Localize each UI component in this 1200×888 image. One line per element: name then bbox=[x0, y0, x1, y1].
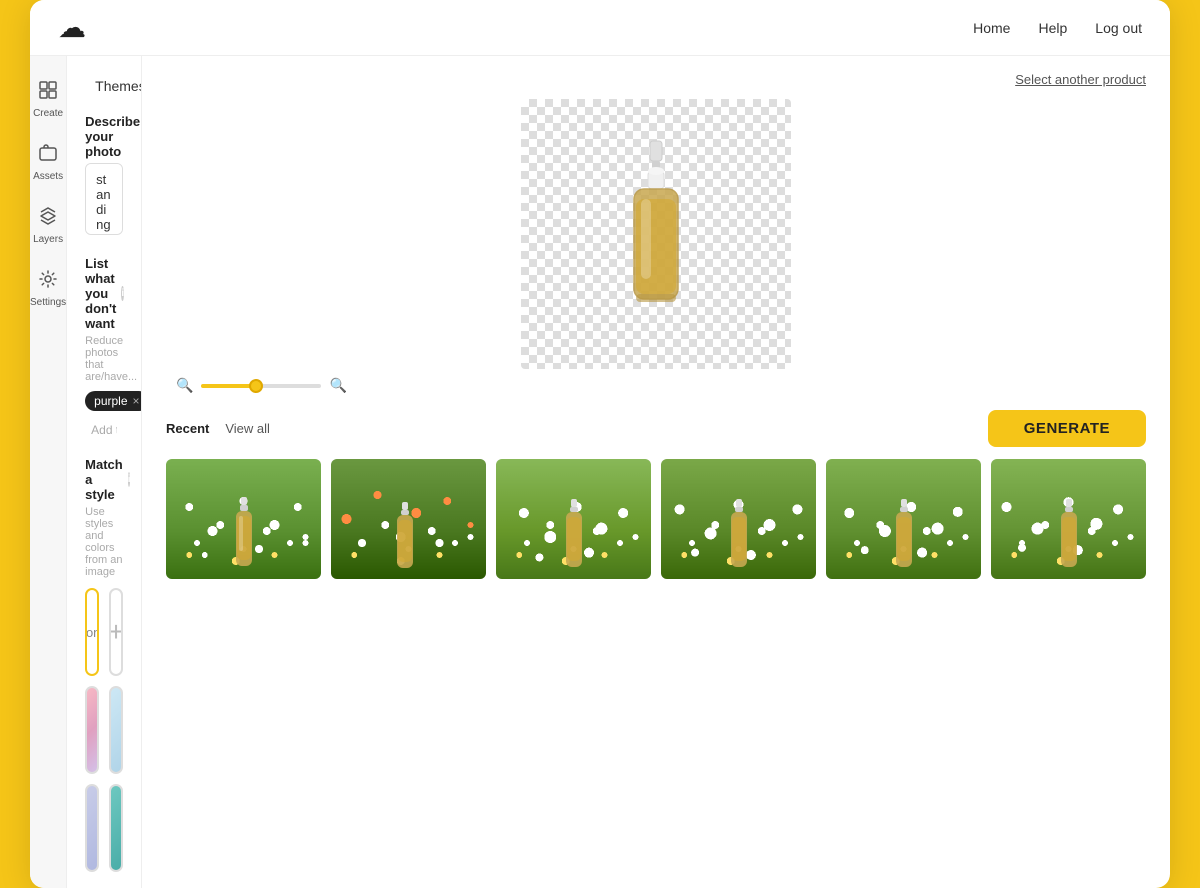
bottom-section: Recent View all GENERATE bbox=[166, 410, 1146, 579]
recent-label: Recent bbox=[166, 421, 209, 436]
nav-help[interactable]: Help bbox=[1038, 20, 1067, 36]
tab-themes[interactable]: Themes bbox=[85, 74, 142, 98]
sidebar-label-assets: Assets bbox=[33, 171, 63, 182]
thumbnail-4[interactable] bbox=[661, 459, 816, 579]
sidebar-item-assets[interactable]: Assets bbox=[30, 135, 66, 190]
dont-want-section: List what you don't want i Reduce photos… bbox=[85, 256, 123, 441]
thumbnail-2[interactable] bbox=[331, 459, 486, 579]
nav-logout[interactable]: Log out bbox=[1095, 20, 1142, 36]
style-card-teal[interactable] bbox=[109, 784, 123, 872]
layers-icon bbox=[38, 206, 58, 231]
recent-row: Recent View all bbox=[166, 421, 270, 436]
sidebar-label-layers: Layers bbox=[33, 234, 63, 245]
zoom-out-icon[interactable]: 🔍 bbox=[176, 377, 193, 394]
tag-remove-icon[interactable]: × bbox=[133, 394, 140, 408]
assets-icon bbox=[38, 143, 58, 168]
sidebar-label-create: Create bbox=[33, 108, 63, 119]
zoom-in-icon[interactable]: 🔍 bbox=[329, 377, 346, 394]
photo-description-textarea[interactable]: standing on a rock, in the middle of flo… bbox=[85, 163, 123, 235]
thumbnail-6[interactable] bbox=[991, 459, 1146, 579]
nav-home[interactable]: Home bbox=[973, 20, 1010, 36]
style-none-label: None bbox=[85, 625, 99, 640]
right-panel: Select another product bbox=[142, 56, 1170, 888]
right-top-bar: Select another product bbox=[166, 72, 1146, 87]
zoom-slider[interactable] bbox=[201, 384, 321, 388]
dont-want-info-icon[interactable]: i bbox=[121, 286, 124, 301]
style-card-add[interactable]: + bbox=[109, 588, 123, 676]
main-layout: Create Assets bbox=[30, 56, 1170, 888]
select-product-link[interactable]: Select another product bbox=[1015, 72, 1146, 87]
style-card-blue[interactable] bbox=[109, 686, 123, 774]
thumbnail-3[interactable] bbox=[496, 459, 651, 579]
sidebar-item-layers[interactable]: Layers bbox=[30, 198, 66, 253]
describe-photo-label: Describe your photo i bbox=[85, 114, 123, 159]
recent-images bbox=[166, 459, 1146, 579]
tag-purple[interactable]: purple × bbox=[85, 391, 142, 411]
style-add-icon: + bbox=[109, 616, 123, 648]
style-grid: None + bbox=[85, 588, 123, 872]
style-card-pink[interactable] bbox=[85, 686, 99, 774]
tag-label: purple bbox=[94, 394, 127, 408]
thumbnail-1[interactable] bbox=[166, 459, 321, 579]
product-preview bbox=[521, 99, 791, 369]
match-style-sublabel: Use styles and colors from an image bbox=[85, 506, 123, 578]
app-window: ☁ Home Help Log out Create bbox=[30, 0, 1170, 888]
match-style-section: Match a style i Use styles and colors fr… bbox=[85, 457, 123, 872]
sidebar-item-create[interactable]: Create bbox=[30, 72, 66, 127]
view-all-link[interactable]: View all bbox=[225, 421, 270, 436]
tabs-row: Themes Custom Examples bbox=[85, 74, 123, 98]
dont-want-label: List what you don't want i bbox=[85, 256, 123, 331]
create-icon bbox=[38, 80, 58, 105]
match-style-label: Match a style i bbox=[85, 457, 123, 502]
thumbnail-5[interactable] bbox=[826, 459, 981, 579]
sidebar: Create Assets bbox=[30, 56, 67, 888]
style-card-lavender[interactable] bbox=[85, 784, 99, 872]
generate-row: Recent View all GENERATE bbox=[166, 410, 1146, 447]
left-panel: Themes Custom Examples Describe your pho… bbox=[67, 56, 142, 888]
style-card-none[interactable]: None bbox=[85, 588, 99, 676]
nav-links: Home Help Log out bbox=[973, 20, 1142, 36]
zoom-row: 🔍 🔍 bbox=[166, 377, 1146, 394]
sidebar-item-settings[interactable]: Settings bbox=[30, 261, 66, 316]
top-nav: ☁ Home Help Log out bbox=[30, 0, 1170, 56]
tags-row: purple × bbox=[85, 391, 123, 411]
generate-button[interactable]: GENERATE bbox=[988, 410, 1146, 447]
logo-icon: ☁ bbox=[58, 11, 86, 44]
match-style-info-icon[interactable]: i bbox=[128, 472, 131, 487]
settings-icon bbox=[38, 269, 58, 294]
dont-want-input[interactable] bbox=[85, 419, 123, 441]
sidebar-label-settings: Settings bbox=[30, 297, 66, 308]
dont-want-sublabel: Reduce photos that are/have... bbox=[85, 335, 123, 383]
